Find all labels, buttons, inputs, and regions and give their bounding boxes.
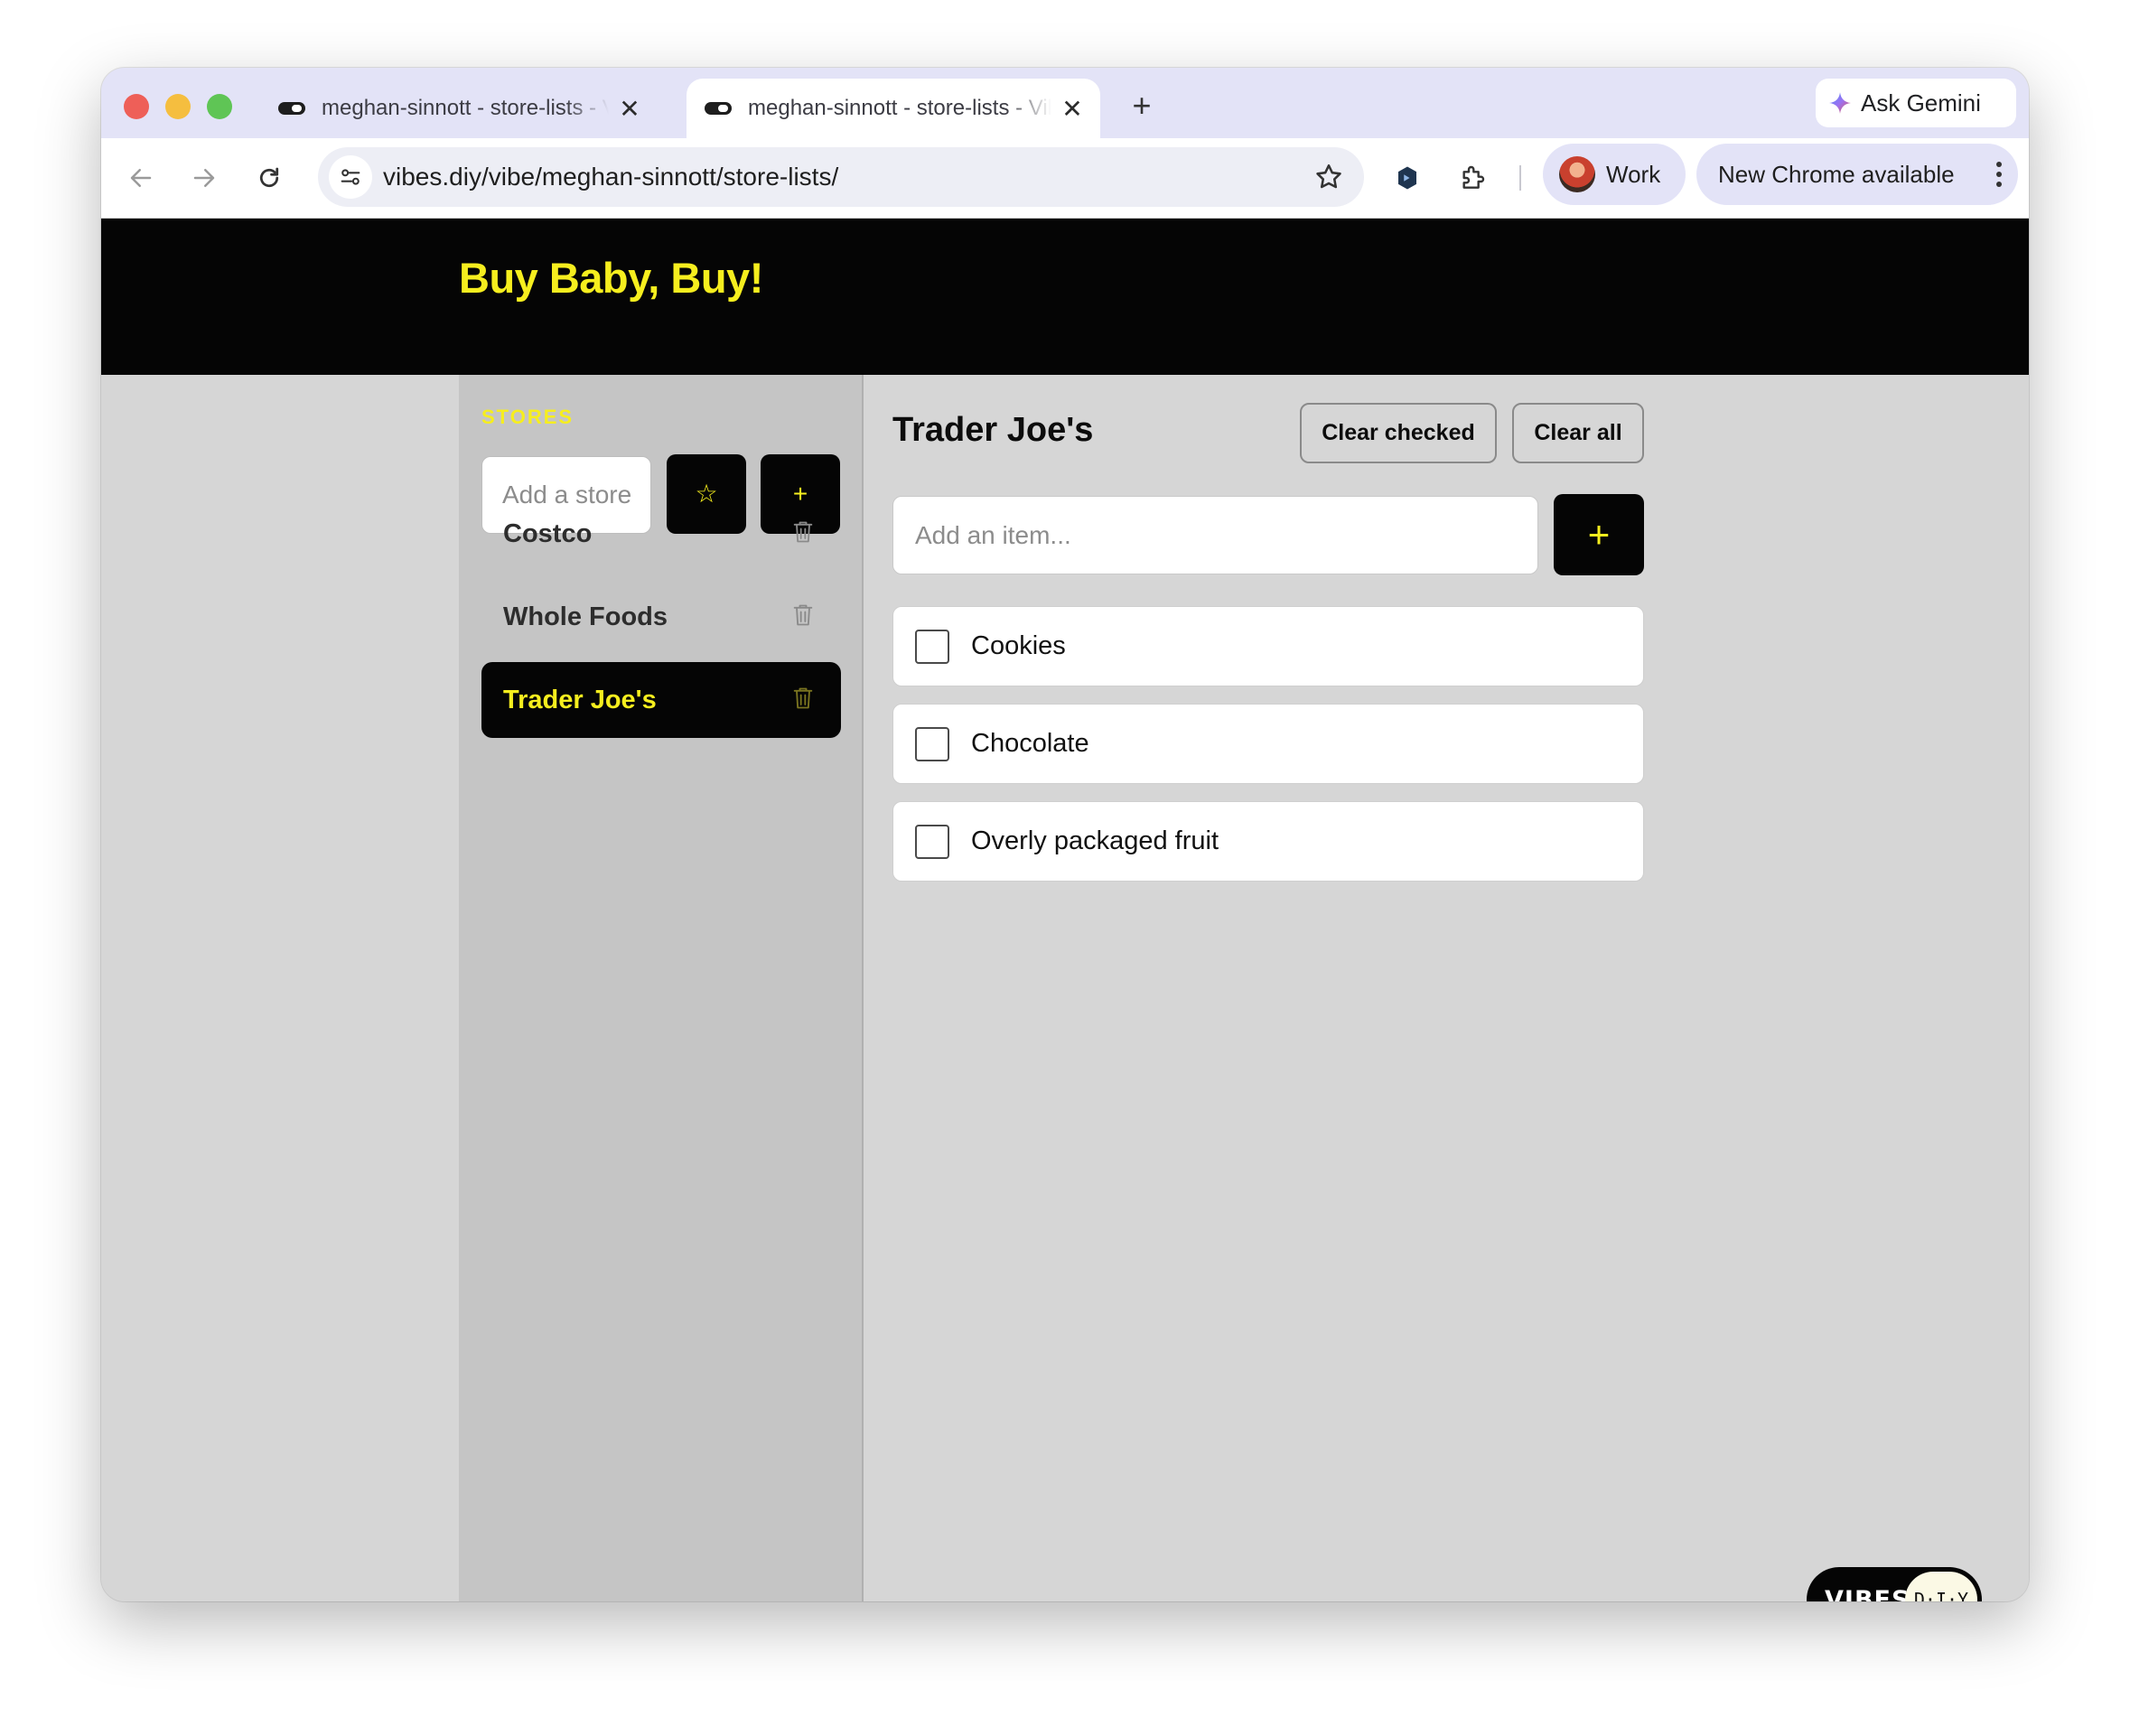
list-item: Chocolate xyxy=(892,704,1644,784)
extension-shield-icon[interactable] xyxy=(1387,158,1427,198)
list-item: Cookies xyxy=(892,606,1644,686)
browser-toolbar: vibes.diy/vibe/meghan-sinnott/store-list… xyxy=(101,138,2029,219)
more-menu-icon[interactable] xyxy=(1996,162,2002,191)
vibes-favicon-icon xyxy=(278,100,305,117)
page-content: Buy Baby, Buy! STORES ☆ + Costco Whole F… xyxy=(101,219,2029,1601)
new-tab-button[interactable]: + xyxy=(1122,86,1162,126)
reload-icon xyxy=(259,167,279,188)
stores-sidebar: STORES ☆ + Costco Whole Foods T xyxy=(459,375,864,1601)
profile-label: Work xyxy=(1606,160,1661,188)
tab-title: meghan-sinnott - store-lists - Vibes DIY xyxy=(748,96,1051,120)
plus-icon: + xyxy=(1587,513,1611,555)
item-checkbox[interactable] xyxy=(915,629,949,664)
tune-icon xyxy=(341,169,360,185)
item-text: Chocolate xyxy=(971,729,1089,758)
store-name: Trader Joe's xyxy=(503,685,657,714)
maximize-window-button[interactable] xyxy=(207,94,232,119)
extensions-puzzle-icon[interactable] xyxy=(1453,158,1492,198)
avatar xyxy=(1559,156,1595,192)
store-name: Whole Foods xyxy=(503,602,668,631)
app-title: Buy Baby, Buy! xyxy=(459,254,763,302)
tab-close-icon[interactable]: ✕ xyxy=(1059,94,1086,124)
store-item-costco[interactable]: Costco xyxy=(481,496,841,572)
back-arrow-icon xyxy=(130,169,152,187)
tab-title: meghan-sinnott - store-lists - Vibes DIY xyxy=(322,96,609,120)
clear-checked-button[interactable]: Clear checked xyxy=(1300,403,1497,463)
chrome-update-button[interactable]: New Chrome available xyxy=(1696,144,2018,205)
reload-button[interactable] xyxy=(249,158,289,198)
ask-gemini-label: Ask Gemini xyxy=(1861,89,1981,117)
diy-pill: D·I·Y xyxy=(1905,1572,1977,1601)
store-name: Costco xyxy=(503,518,593,548)
url-text: vibes.diy/vibe/meghan-sinnott/store-list… xyxy=(383,163,839,191)
update-label: New Chrome available xyxy=(1718,160,1955,188)
address-bar[interactable]: vibes.diy/vibe/meghan-sinnott/store-list… xyxy=(318,147,1364,207)
profile-button[interactable]: Work xyxy=(1543,144,1686,205)
list-item: Overly packaged fruit xyxy=(892,801,1644,882)
item-text: Cookies xyxy=(971,631,1066,660)
site-info-button[interactable] xyxy=(329,155,372,199)
browser-window: meghan-sinnott - store-lists - Vibes DIY… xyxy=(101,68,2029,1601)
stores-heading: STORES xyxy=(481,406,575,428)
item-checkbox[interactable] xyxy=(915,726,949,761)
close-window-button[interactable] xyxy=(124,94,149,119)
item-checkbox[interactable] xyxy=(915,824,949,859)
vibes-diy-badge[interactable]: VIBES D·I·Y xyxy=(1807,1567,1982,1601)
clear-all-button[interactable]: Clear all xyxy=(1512,403,1644,463)
back-button[interactable] xyxy=(121,158,161,198)
list-panel: Trader Joe's Clear checked Clear all + C… xyxy=(864,375,2029,1601)
store-item-whole-foods[interactable]: Whole Foods xyxy=(481,579,841,655)
minimize-window-button[interactable] xyxy=(165,94,191,119)
gemini-sparkle-icon xyxy=(1829,92,1851,114)
app-header: Buy Baby, Buy! xyxy=(101,219,2029,375)
add-item-input[interactable] xyxy=(892,496,1538,574)
store-item-trader-joes[interactable]: Trader Joe's xyxy=(481,662,841,738)
forward-button[interactable] xyxy=(184,158,224,198)
browser-tab-2-active[interactable]: meghan-sinnott - store-lists - Vibes DIY… xyxy=(687,79,1100,138)
ask-gemini-button[interactable]: Ask Gemini xyxy=(1816,79,2016,127)
item-text: Overly packaged fruit xyxy=(971,826,1219,855)
trash-icon[interactable] xyxy=(792,519,814,549)
browser-tab-1[interactable]: meghan-sinnott - store-lists - Vibes DIY… xyxy=(260,79,658,138)
list-title: Trader Joe's xyxy=(892,411,1094,449)
tab-close-icon[interactable]: ✕ xyxy=(616,94,643,124)
trash-icon[interactable] xyxy=(792,602,814,632)
add-item-button[interactable]: + xyxy=(1554,494,1644,575)
vibes-logo-text: VIBES xyxy=(1825,1585,1910,1602)
toolbar-divider xyxy=(1519,165,1521,191)
tab-strip: meghan-sinnott - store-lists - Vibes DIY… xyxy=(101,68,2029,138)
vibes-favicon-icon xyxy=(705,100,732,117)
bookmark-star-icon[interactable] xyxy=(1313,162,1344,197)
forward-arrow-icon xyxy=(193,169,215,187)
trash-icon[interactable] xyxy=(792,686,814,715)
